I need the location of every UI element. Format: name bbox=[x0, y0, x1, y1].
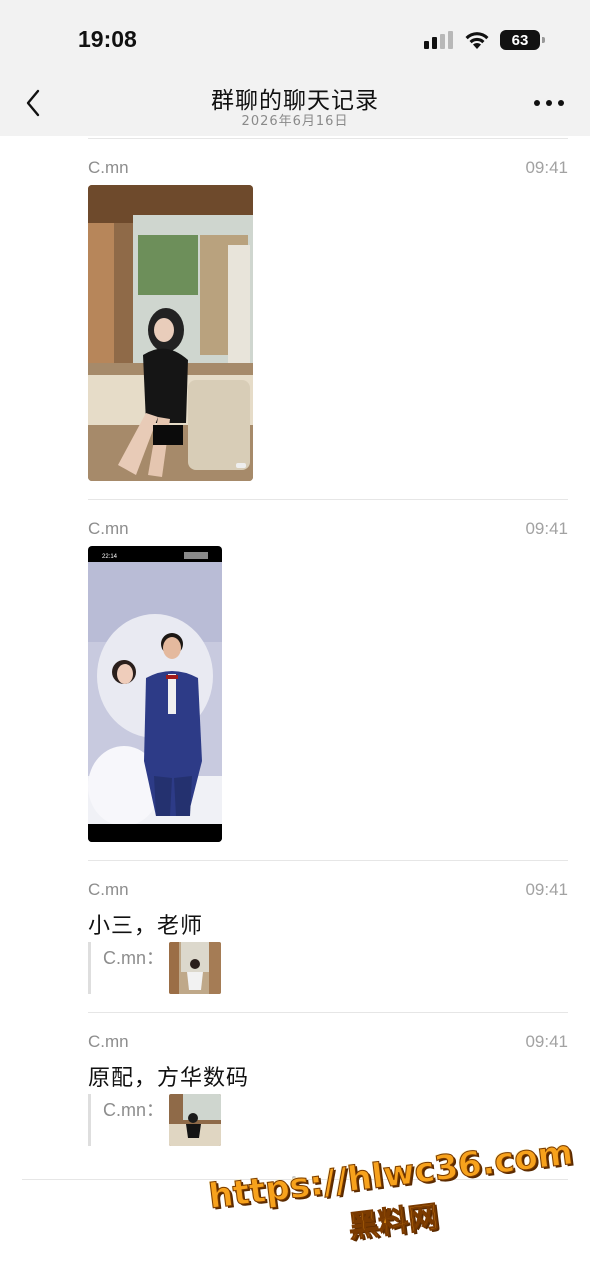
message-time: 09:41 bbox=[525, 880, 568, 899]
message-image[interactable]: 22:14 bbox=[88, 546, 222, 842]
message-time: 09:41 bbox=[525, 158, 568, 177]
quote-sender: C.mn： bbox=[103, 1100, 165, 1120]
sender-name: C.mn bbox=[88, 158, 129, 177]
divider bbox=[88, 1012, 568, 1013]
page-subtitle-date: 2026年6月16日 bbox=[241, 114, 349, 129]
list-item[interactable]: C.mn 09:41 小三，老师 C.mn： bbox=[88, 880, 568, 1005]
status-icons: 63 bbox=[424, 30, 545, 50]
cellular-signal-icon bbox=[424, 31, 454, 49]
quote-sender: C.mn： bbox=[103, 948, 165, 968]
battery-level: 63 bbox=[511, 31, 529, 49]
wifi-icon bbox=[465, 32, 489, 49]
more-ellipsis-icon bbox=[534, 100, 564, 106]
quoted-message[interactable]: C.mn： bbox=[88, 942, 221, 994]
divider bbox=[88, 499, 568, 500]
sender-name: C.mn bbox=[88, 880, 129, 899]
more-button[interactable] bbox=[534, 100, 564, 106]
message-image[interactable] bbox=[88, 185, 253, 481]
battery-icon: 63 bbox=[500, 30, 545, 50]
divider bbox=[88, 860, 568, 861]
message-time: 09:41 bbox=[525, 1032, 568, 1051]
quote-image-thumbnail[interactable] bbox=[169, 942, 221, 994]
screenshot-status-time: 22:14 bbox=[102, 554, 118, 560]
list-item[interactable]: C.mn 09:41 bbox=[88, 158, 568, 498]
quote-image-thumbnail[interactable] bbox=[169, 1094, 221, 1146]
sender-name: C.mn bbox=[88, 519, 129, 538]
divider bbox=[88, 138, 568, 139]
status-bar: 19:08 63 bbox=[0, 0, 590, 70]
sender-name: C.mn bbox=[88, 1032, 129, 1051]
list-item[interactable]: C.mn 09:41 22:14 bbox=[88, 519, 568, 859]
message-text: 原配，方华数码 bbox=[88, 1066, 250, 1091]
nav-bar: 群聊的聊天记录 2026年6月16日 bbox=[0, 70, 590, 136]
message-time: 09:41 bbox=[525, 519, 568, 538]
quoted-message[interactable]: C.mn： bbox=[88, 1094, 221, 1146]
message-text: 小三，老师 bbox=[88, 914, 204, 939]
status-time: 19:08 bbox=[78, 26, 137, 52]
list-item[interactable]: C.mn 09:41 原配，方华数码 C.mn： bbox=[88, 1032, 568, 1157]
